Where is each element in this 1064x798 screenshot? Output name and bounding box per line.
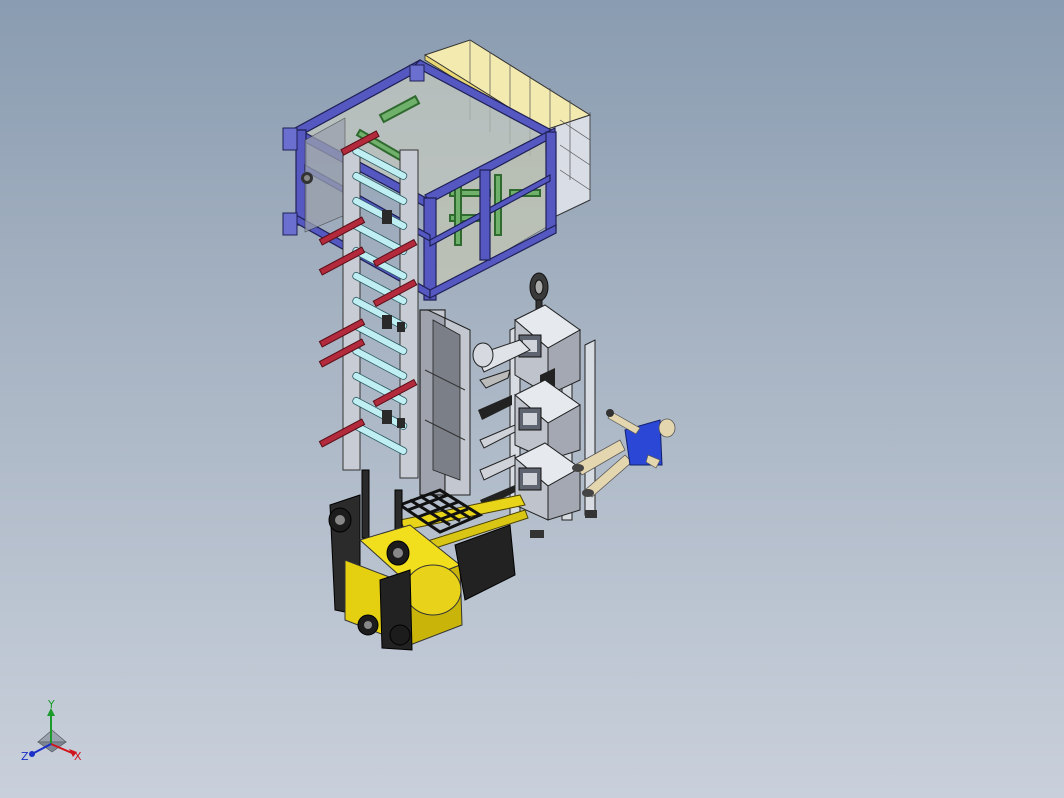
z-arrow-icon bbox=[29, 751, 35, 757]
cad-viewport[interactable]: Y X Z bbox=[0, 0, 1064, 798]
carriage-1 bbox=[472, 304, 581, 398]
cad-model[interactable] bbox=[0, 0, 1064, 798]
y-axis-label: Y bbox=[47, 700, 55, 711]
x-axis-label: X bbox=[74, 750, 82, 763]
z-axis-label: Z bbox=[21, 750, 29, 763]
gripper-carriages bbox=[472, 272, 597, 538]
axis-triad[interactable]: Y X Z bbox=[18, 700, 88, 770]
